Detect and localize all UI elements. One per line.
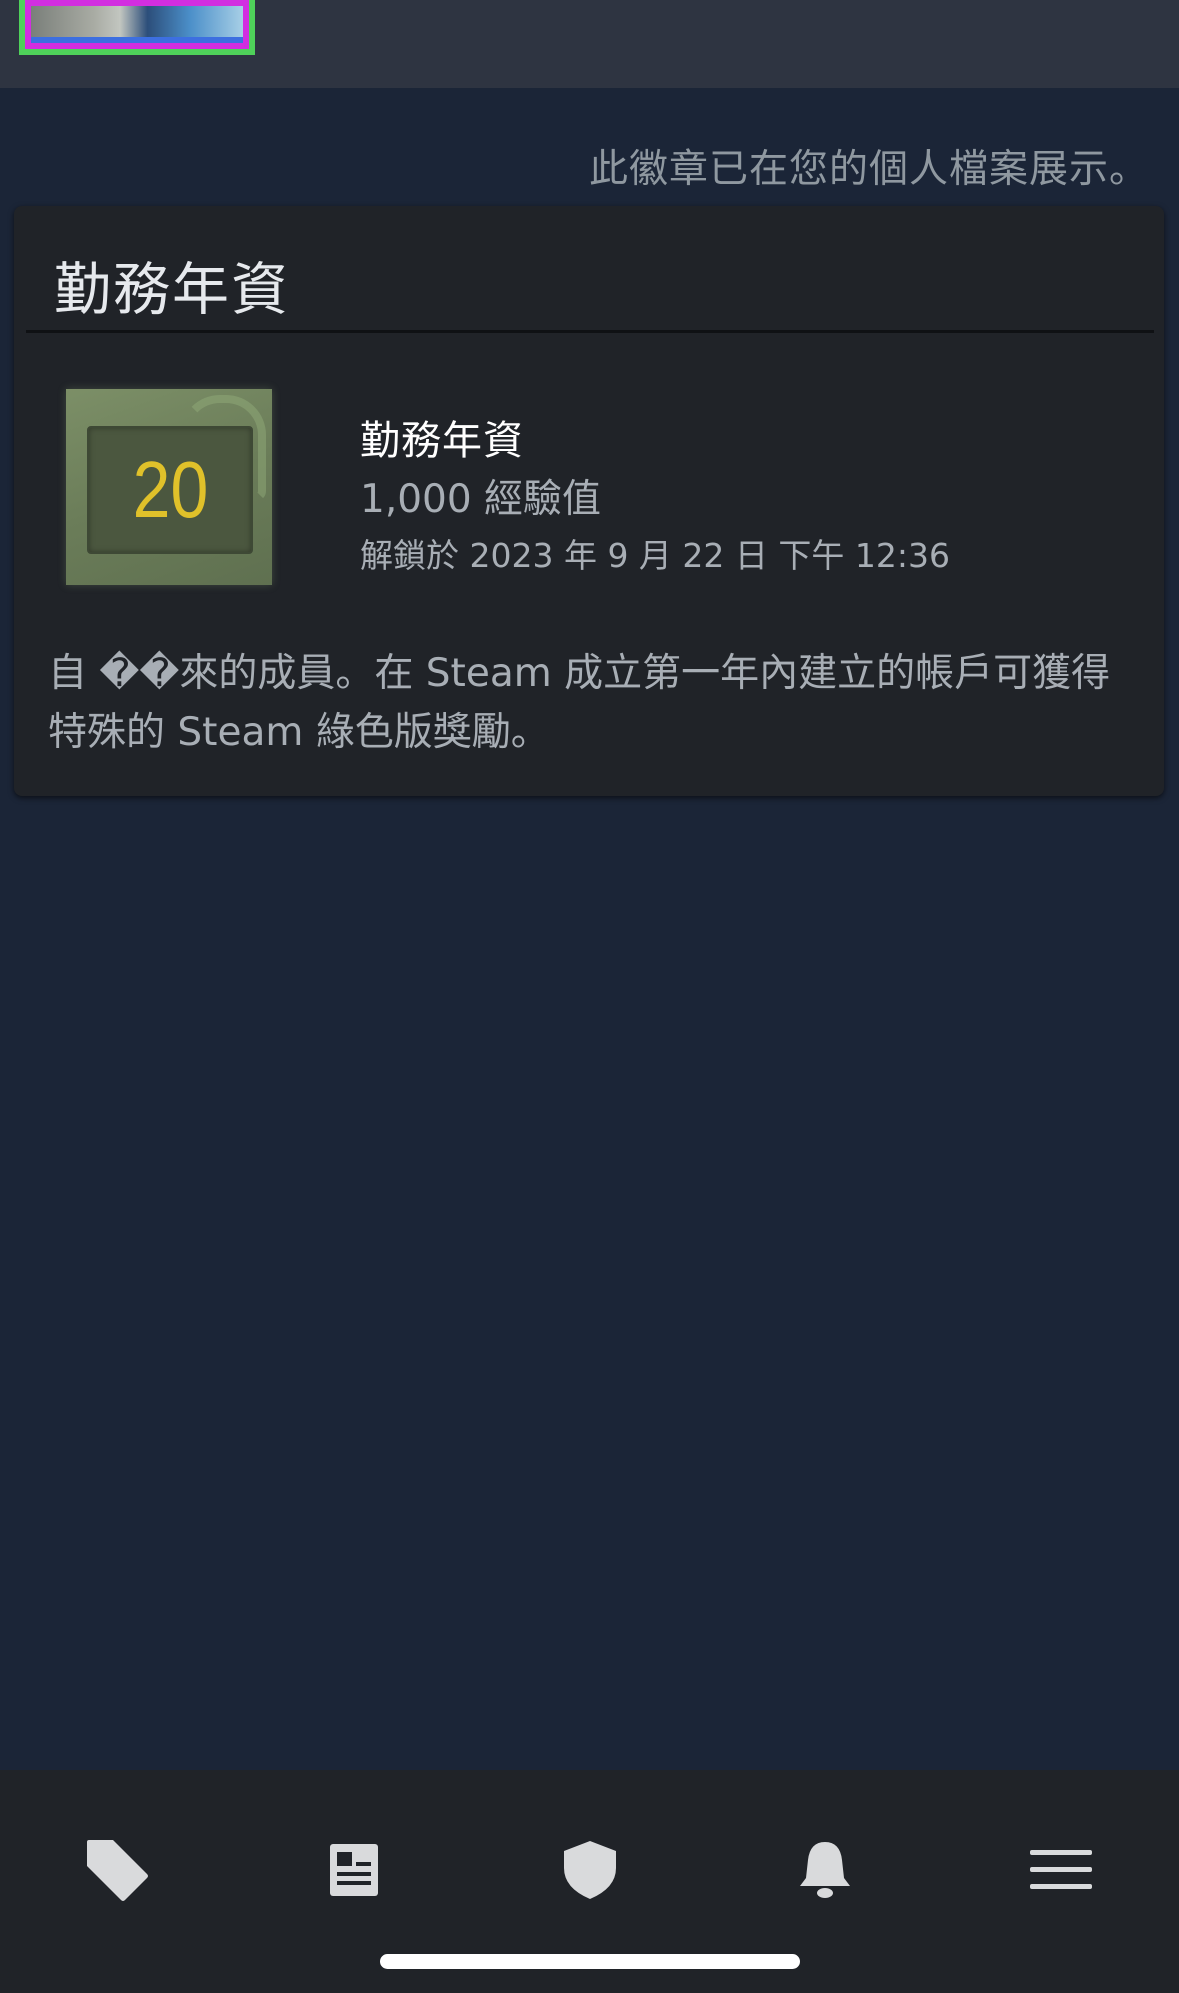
avatar[interactable] xyxy=(19,0,255,55)
card-title: 勤務年資 xyxy=(54,257,290,323)
divider xyxy=(26,330,1154,333)
bottom-tab-bar xyxy=(0,1770,1179,1993)
tab-security[interactable] xyxy=(550,1830,630,1910)
badge-description: 自 ��來的成員。在 Steam 成立第一年內建立的帳戶可獲得特殊的 Steam… xyxy=(48,651,1111,755)
badge-level-number: 20 xyxy=(132,445,208,534)
tab-store[interactable] xyxy=(77,1830,157,1910)
tab-news[interactable] xyxy=(314,1830,394,1910)
badge-card: 勤務年資 20 勤務年資 1,000 經驗值 解鎖於 2023 年 9 月 22… xyxy=(14,206,1164,796)
tab-notifications[interactable] xyxy=(785,1830,865,1910)
tag-icon xyxy=(87,1840,148,1901)
shield-icon xyxy=(564,1841,616,1899)
avatar-image xyxy=(25,0,249,49)
badge-xp: 1,000 經驗值 xyxy=(360,477,602,522)
menu-icon xyxy=(1030,1850,1092,1889)
badge-plate: 20 xyxy=(87,426,253,554)
home-indicator[interactable] xyxy=(380,1954,800,1969)
badge-unlock-date: 解鎖於 2023 年 9 月 22 日 下午 12:36 xyxy=(360,536,950,575)
showcase-status-text: 此徽章已在您的個人檔案展示。 xyxy=(588,147,1149,192)
news-icon xyxy=(330,1844,378,1896)
bell-icon xyxy=(800,1842,850,1898)
badge-name: 勤務年資 xyxy=(360,418,524,464)
tab-menu[interactable] xyxy=(1021,1830,1101,1910)
top-header-bar xyxy=(0,0,1179,88)
badge-icon: 20 xyxy=(66,389,272,585)
